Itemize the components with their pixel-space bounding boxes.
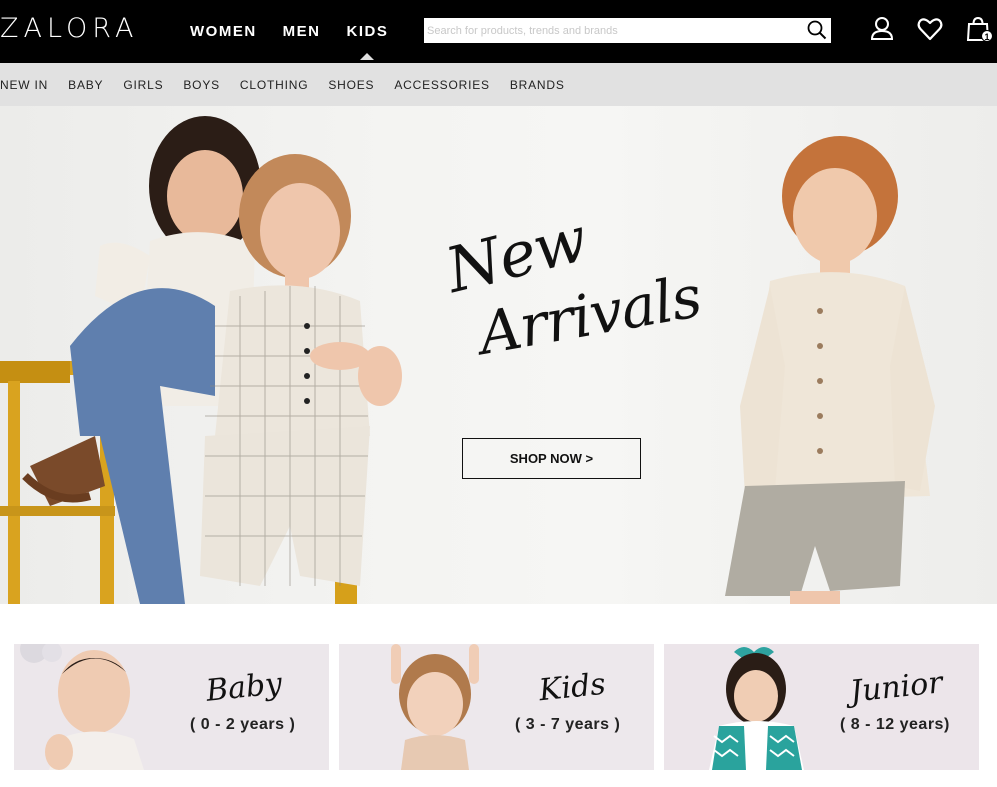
subnav-girls[interactable]: GIRLS [123, 78, 163, 92]
nav-men[interactable]: MEN [283, 23, 321, 40]
age-category-tiles: Baby ( 0 - 2 years ) Kids ( 3 - 7 years … [14, 644, 980, 770]
subnav-baby[interactable]: BABY [68, 78, 103, 92]
header-actions: 1 [869, 15, 997, 43]
baby-photo [14, 644, 329, 770]
search-icon[interactable] [807, 20, 827, 40]
top-header: ZALORA WOMEN MEN KIDS 1 [0, 0, 997, 63]
tile-baby-subtitle: ( 0 - 2 years ) [190, 716, 296, 733]
zalora-logo[interactable]: ZALORA [0, 13, 138, 44]
hero-headline: New Arrivals [432, 202, 706, 368]
tile-kids[interactable]: Kids ( 3 - 7 years ) [339, 644, 654, 770]
nav-women[interactable]: WOMEN [190, 23, 257, 40]
subnav-boys[interactable]: BOYS [183, 78, 220, 92]
cart-count-badge: 1 [981, 30, 993, 42]
shopping-bag-icon[interactable]: 1 [965, 15, 993, 43]
search-input[interactable] [424, 19, 794, 42]
subnav-new-in[interactable]: NEW IN [0, 78, 48, 92]
user-icon[interactable] [869, 15, 895, 43]
tile-junior-subtitle: ( 8 - 12 years) [840, 716, 950, 733]
heart-icon[interactable] [917, 15, 943, 43]
hero-banner[interactable]: New Arrivals SHOP NOW > [0, 106, 997, 604]
subnav-accessories[interactable]: ACCESSORIES [394, 78, 490, 92]
tile-kids-title: Kids [537, 666, 608, 709]
shop-now-button[interactable]: SHOP NOW > [462, 438, 641, 479]
search-bar [424, 18, 831, 43]
kids-photo [339, 644, 654, 770]
subnav-clothing[interactable]: CLOTHING [240, 78, 308, 92]
tile-kids-subtitle: ( 3 - 7 years ) [515, 716, 621, 733]
child-figure-3 [725, 136, 935, 604]
subnav-shoes[interactable]: SHOES [328, 78, 374, 92]
subnav-brands[interactable]: BRANDS [510, 78, 565, 92]
tile-baby[interactable]: Baby ( 0 - 2 years ) [14, 644, 329, 770]
tile-junior[interactable]: Junior ( 8 - 12 years) [664, 644, 979, 770]
nav-kids[interactable]: KIDS [347, 23, 389, 40]
junior-photo [664, 644, 979, 770]
gender-nav: WOMEN MEN KIDS [190, 0, 388, 63]
category-subnav: NEW IN BABY GIRLS BOYS CLOTHING SHOES AC… [0, 63, 997, 106]
